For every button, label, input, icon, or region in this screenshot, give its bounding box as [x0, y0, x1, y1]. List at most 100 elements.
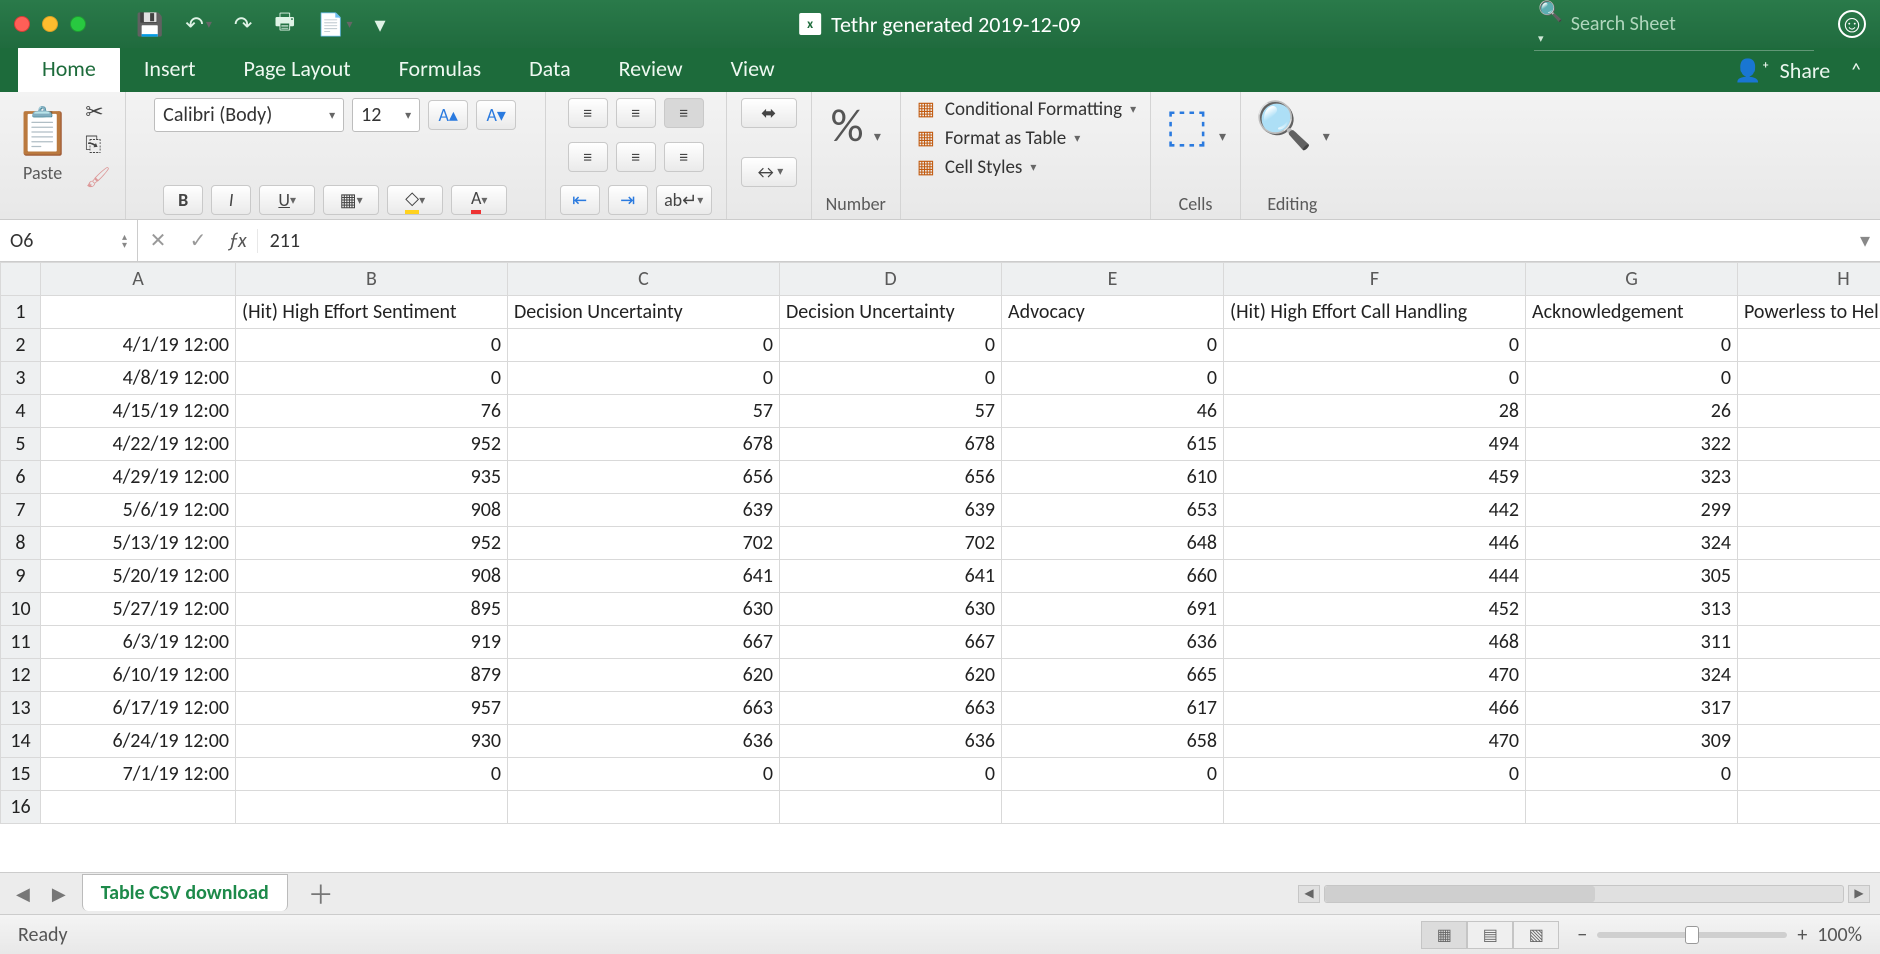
cell[interactable]: 658: [1002, 725, 1224, 758]
cell[interactable]: 76: [236, 395, 508, 428]
cell[interactable]: 311: [1526, 626, 1738, 659]
formula-input[interactable]: 211: [258, 229, 1850, 253]
row-header[interactable]: 15: [1, 758, 41, 791]
column-header[interactable]: F: [1224, 263, 1526, 296]
normal-view-button[interactable]: ▦: [1421, 921, 1467, 949]
align-left-icon[interactable]: ≡: [568, 142, 608, 172]
cell[interactable]: 0: [780, 329, 1002, 362]
select-all-corner[interactable]: [1, 263, 41, 296]
cell[interactable]: 0: [236, 329, 508, 362]
cell[interactable]: [1526, 791, 1738, 824]
cell[interactable]: 957: [236, 692, 508, 725]
cell[interactable]: 0: [1224, 362, 1526, 395]
merge-across-icon[interactable]: ↔ ▾: [741, 157, 797, 187]
underline-button[interactable]: U ▾: [259, 185, 315, 215]
cell[interactable]: 22: [1738, 395, 1880, 428]
sheet-tab[interactable]: Table CSV download: [82, 874, 288, 911]
cell[interactable]: 620: [780, 659, 1002, 692]
cut-icon[interactable]: ✂: [85, 98, 110, 125]
cell[interactable]: 952: [236, 428, 508, 461]
search-input[interactable]: [1571, 12, 1810, 36]
qat-more-icon[interactable]: ▾: [375, 11, 386, 38]
cell[interactable]: Decision Uncertainty: [780, 296, 1002, 329]
cell[interactable]: 0: [508, 758, 780, 791]
cell[interactable]: 313: [1526, 593, 1738, 626]
cell[interactable]: 46: [1002, 395, 1224, 428]
save-icon[interactable]: 💾: [136, 11, 163, 38]
cell[interactable]: 908: [236, 494, 508, 527]
zoom-in-button[interactable]: +: [1797, 923, 1807, 947]
collapse-ribbon-icon[interactable]: ˄: [1850, 57, 1862, 84]
cell[interactable]: 470: [1224, 725, 1526, 758]
feedback-smiley-icon[interactable]: ☺: [1838, 10, 1866, 38]
cell[interactable]: 310: [1738, 461, 1880, 494]
cell[interactable]: 323: [1526, 461, 1738, 494]
row-header[interactable]: 13: [1, 692, 41, 725]
column-header[interactable]: C: [508, 263, 780, 296]
tab-insert[interactable]: Insert: [120, 45, 220, 92]
cell[interactable]: 310: [1738, 494, 1880, 527]
cell[interactable]: 310: [1738, 692, 1880, 725]
cell[interactable]: 895: [236, 593, 508, 626]
cell[interactable]: 0: [1738, 329, 1880, 362]
cell[interactable]: 452: [1224, 593, 1526, 626]
cell[interactable]: 470: [1224, 659, 1526, 692]
cell[interactable]: 309: [1526, 725, 1738, 758]
sheet-nav-prev-icon[interactable]: ◀: [10, 883, 36, 905]
row-header[interactable]: 16: [1, 791, 41, 824]
cell[interactable]: 5/13/19 12:00: [41, 527, 236, 560]
cell[interactable]: 879: [236, 659, 508, 692]
row-header[interactable]: 7: [1, 494, 41, 527]
cell[interactable]: 57: [780, 395, 1002, 428]
cell[interactable]: 663: [780, 692, 1002, 725]
cell[interactable]: 702: [508, 527, 780, 560]
cell[interactable]: 0: [1002, 758, 1224, 791]
cell[interactable]: 639: [780, 494, 1002, 527]
cell[interactable]: 468: [1224, 626, 1526, 659]
italic-button[interactable]: I: [211, 185, 251, 215]
cell[interactable]: [780, 791, 1002, 824]
row-header[interactable]: 12: [1, 659, 41, 692]
cell[interactable]: (Hit) High Effort Sentiment: [236, 296, 508, 329]
cell[interactable]: 0: [508, 329, 780, 362]
name-box[interactable]: O6 ▴▾: [0, 220, 138, 261]
row-header[interactable]: 3: [1, 362, 41, 395]
cell[interactable]: 656: [780, 461, 1002, 494]
cell[interactable]: 0: [236, 758, 508, 791]
spreadsheet-grid[interactable]: ABCDEFGH1(Hit) High Effort SentimentDeci…: [0, 262, 1880, 872]
cell[interactable]: [41, 791, 236, 824]
tab-home[interactable]: Home: [18, 45, 120, 92]
expand-formula-bar-icon[interactable]: ▾: [1850, 228, 1880, 253]
page-break-view-button[interactable]: ▧: [1513, 921, 1559, 949]
cell[interactable]: Decision Uncertainty: [508, 296, 780, 329]
row-header[interactable]: 4: [1, 395, 41, 428]
cell[interactable]: 0: [1002, 362, 1224, 395]
cell[interactable]: 7/1/19 12:00: [41, 758, 236, 791]
cell[interactable]: 919: [236, 626, 508, 659]
decrease-indent-icon[interactable]: ⇤: [560, 185, 600, 215]
paste-icon[interactable]: 📋: [14, 104, 71, 160]
cell[interactable]: 660: [1002, 560, 1224, 593]
cell[interactable]: 310: [1738, 725, 1880, 758]
print-icon[interactable]: 🖶: [274, 5, 295, 43]
increase-indent-icon[interactable]: ⇥: [608, 185, 648, 215]
cell[interactable]: 0: [1526, 329, 1738, 362]
zoom-slider[interactable]: [1597, 932, 1787, 938]
tab-formulas[interactable]: Formulas: [375, 45, 505, 92]
column-header[interactable]: H: [1738, 263, 1880, 296]
share-button[interactable]: Share: [1780, 57, 1831, 84]
align-top-icon[interactable]: ≡: [568, 98, 608, 128]
cell[interactable]: 5/6/19 12:00: [41, 494, 236, 527]
percent-icon[interactable]: % ▾: [831, 98, 881, 154]
cell[interactable]: 321: [1738, 560, 1880, 593]
align-center-icon[interactable]: ≡: [616, 142, 656, 172]
cell[interactable]: 702: [780, 527, 1002, 560]
cell[interactable]: 0: [1738, 758, 1880, 791]
cell[interactable]: Acknowledgement: [1526, 296, 1738, 329]
cell[interactable]: 620: [508, 659, 780, 692]
cell[interactable]: 26: [1526, 395, 1738, 428]
cell[interactable]: 0: [1224, 758, 1526, 791]
cell[interactable]: 952: [236, 527, 508, 560]
cell[interactable]: 0: [236, 362, 508, 395]
cell[interactable]: 908: [236, 560, 508, 593]
